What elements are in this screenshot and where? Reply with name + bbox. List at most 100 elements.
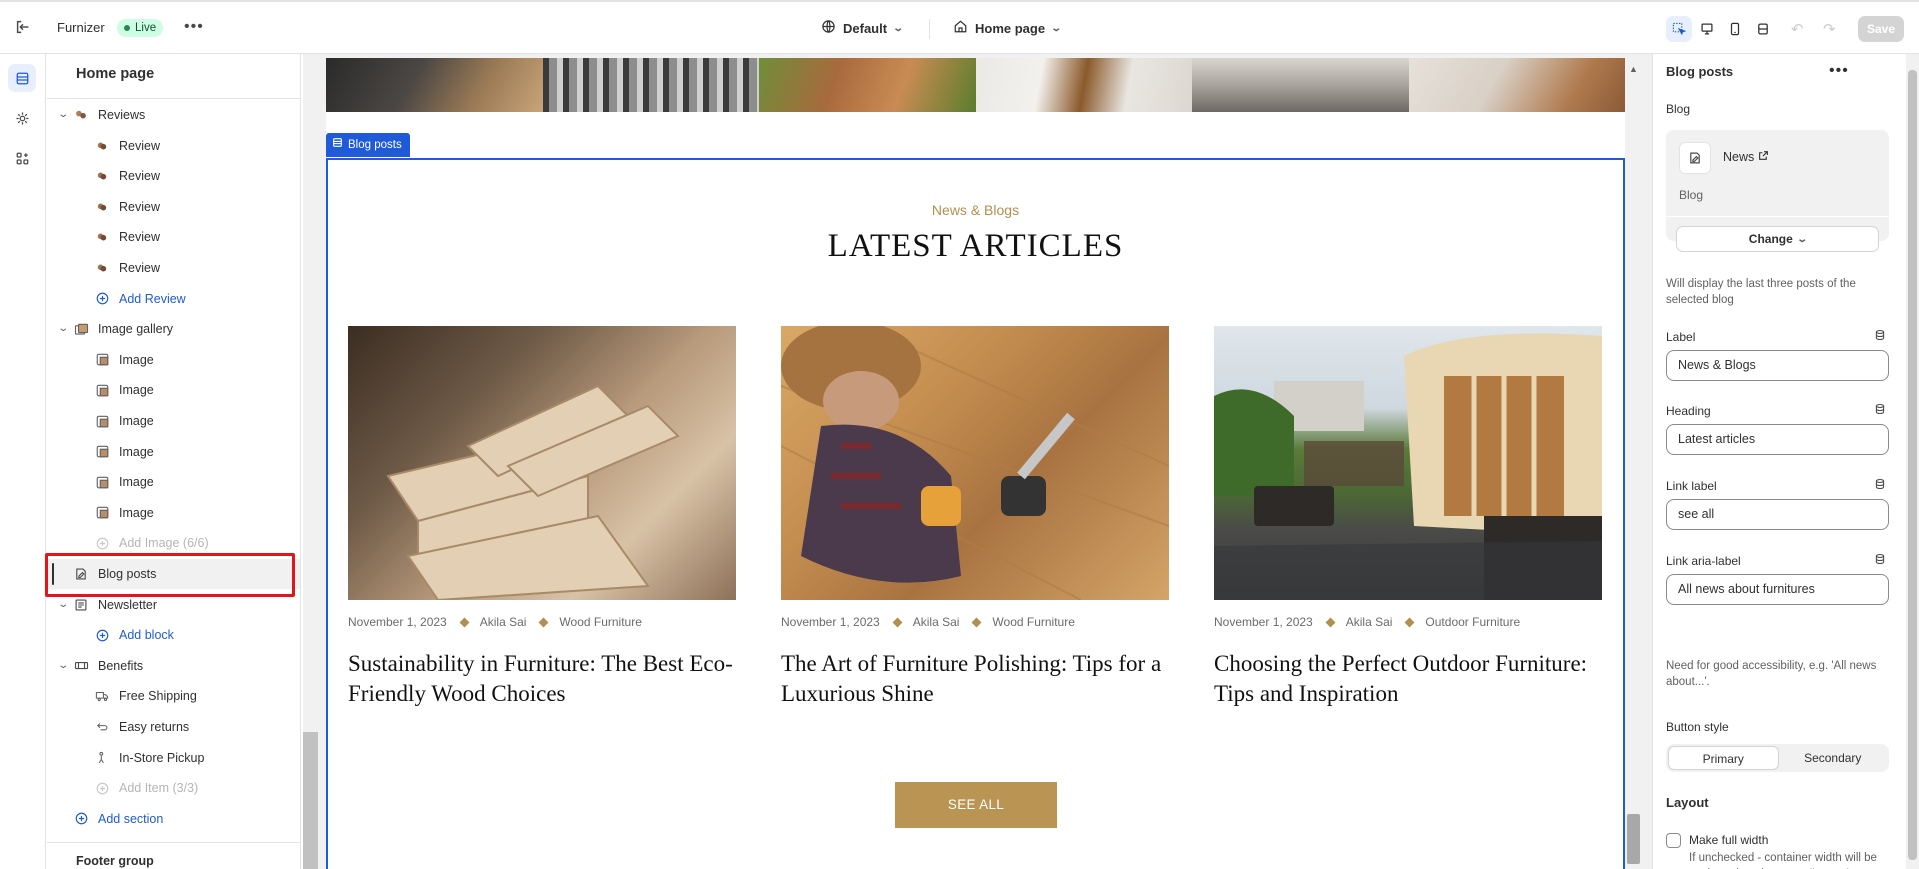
article-title[interactable]: Choosing the Perfect Outdoor Furniture: … xyxy=(1214,649,1602,709)
tree-block-item[interactable]: Free Shipping xyxy=(47,681,300,711)
article-author: Akila Sai xyxy=(912,615,960,629)
apps-icon[interactable] xyxy=(8,144,36,172)
tree-item-label: Add section xyxy=(98,811,164,826)
field-label: Link aria-label xyxy=(1666,554,1741,568)
diamond-icon xyxy=(1404,617,1415,627)
tree-block-item[interactable]: Easy returns xyxy=(47,712,300,742)
article-image-outdoor[interactable] xyxy=(1214,326,1602,600)
tree-block-item[interactable]: Review xyxy=(47,192,300,222)
button-style-primary[interactable]: Primary xyxy=(1668,746,1779,770)
theme-selector[interactable]: Default ⌄ xyxy=(821,19,905,37)
article-date: November 1, 2023 xyxy=(781,615,880,629)
article-image-polishing[interactable] xyxy=(781,326,1169,600)
blog-name-link[interactable]: News xyxy=(1723,150,1769,164)
tree-section-item[interactable]: ⌄ Benefits xyxy=(47,651,300,681)
settings-icon[interactable] xyxy=(8,104,36,132)
section-tag[interactable]: Blog posts xyxy=(326,133,410,157)
database-icon[interactable] xyxy=(1874,403,1886,418)
scroll-up-icon[interactable]: ▲ xyxy=(1629,64,1638,74)
article-category[interactable]: Outdoor Furniture xyxy=(1425,615,1520,629)
desktop-view-icon[interactable] xyxy=(1694,16,1720,42)
image-icon xyxy=(94,444,110,460)
chevron-down-icon[interactable]: ⌄ xyxy=(57,323,69,334)
tree-block-item[interactable]: Image xyxy=(47,345,300,375)
article-card[interactable]: November 1, 2023 Akila Sai Wood Furnitur… xyxy=(348,326,736,709)
article-category[interactable]: Wood Furniture xyxy=(992,615,1074,629)
newsletter-icon xyxy=(73,597,89,613)
article-author: Akila Sai xyxy=(1345,615,1393,629)
tree-block-item[interactable]: Image xyxy=(47,467,300,497)
full-width-checkbox[interactable] xyxy=(1666,833,1681,848)
review-icon xyxy=(94,138,110,154)
field-label: Heading xyxy=(1666,404,1711,418)
layout-heading: Layout xyxy=(1666,795,1709,810)
footer-group-heading[interactable]: Footer group xyxy=(76,854,154,868)
tree-block-item[interactable]: Review xyxy=(47,131,300,161)
page-selector[interactable]: Home page ⌄ xyxy=(953,19,1062,37)
section-heading: LATEST ARTICLES xyxy=(827,228,1124,264)
exit-icon[interactable] xyxy=(14,18,34,38)
mobile-view-icon[interactable] xyxy=(1722,16,1748,42)
tree-section-item[interactable]: ⌄ Image gallery xyxy=(47,314,300,344)
chevron-down-icon[interactable]: ⌄ xyxy=(57,109,69,120)
database-icon[interactable] xyxy=(1874,329,1886,344)
tree-section-item[interactable]: ⌄ Reviews xyxy=(47,100,300,130)
tree-item-label: In-Store Pickup xyxy=(119,750,205,765)
gallery-image xyxy=(326,58,543,112)
database-icon[interactable] xyxy=(1874,553,1886,568)
full-width-label[interactable]: Make full width xyxy=(1689,833,1768,847)
text-input[interactable]: see all xyxy=(1666,499,1889,530)
article-category[interactable]: Wood Furniture xyxy=(559,615,641,629)
article-date: November 1, 2023 xyxy=(348,615,447,629)
save-button[interactable]: Save xyxy=(1858,16,1904,42)
more-options-icon[interactable]: ••• xyxy=(184,18,204,36)
article-card[interactable]: November 1, 2023 Akila Sai Wood Furnitur… xyxy=(781,326,1169,709)
tree-block-item[interactable]: Review xyxy=(47,222,300,252)
fullscreen-icon[interactable] xyxy=(1750,16,1776,42)
settings-title: Blog posts xyxy=(1666,64,1734,79)
article-title[interactable]: The Art of Furniture Polishing: Tips for… xyxy=(781,649,1169,709)
chevron-down-icon[interactable]: ⌄ xyxy=(57,599,69,610)
add-link[interactable]: Add section xyxy=(47,804,300,834)
article-title[interactable]: Sustainability in Furniture: The Best Ec… xyxy=(348,649,736,709)
sections-icon[interactable] xyxy=(8,64,36,92)
article-card[interactable]: November 1, 2023 Akila Sai Outdoor Furni… xyxy=(1214,326,1602,709)
tree-block-item[interactable]: Image xyxy=(47,437,300,467)
tree-block-item[interactable]: In-Store Pickup xyxy=(47,743,300,773)
tree-block-item[interactable]: Review xyxy=(47,161,300,191)
article-image-wood[interactable] xyxy=(348,326,736,600)
button-style-secondary[interactable]: Secondary xyxy=(1779,746,1888,770)
database-icon[interactable] xyxy=(1874,478,1886,493)
theme-label: Default xyxy=(843,20,888,36)
image-gallery-strip[interactable] xyxy=(326,58,1625,112)
inspector-icon[interactable] xyxy=(1666,16,1692,42)
see-all-button[interactable]: SEE ALL xyxy=(895,782,1057,828)
change-button[interactable]: Change ⌄ xyxy=(1676,226,1879,252)
tree-block-item[interactable]: Image xyxy=(47,498,300,528)
more-options-icon[interactable]: ••• xyxy=(1829,62,1849,80)
add-link[interactable]: Add block xyxy=(47,620,300,650)
tree-item-label: Image xyxy=(119,383,154,398)
text-input[interactable]: All news about furnitures xyxy=(1666,574,1889,605)
settings-scrollbar-thumb[interactable] xyxy=(1908,70,1917,860)
add-link[interactable]: Add Review xyxy=(47,284,300,314)
tree-item-label: Review xyxy=(119,138,160,153)
tree-block-item[interactable]: Add Item (3/3) xyxy=(47,773,300,803)
tree-item-label: Reviews xyxy=(98,108,146,122)
plus-circle-icon xyxy=(73,811,89,827)
blog-name: News xyxy=(1723,150,1755,164)
tree-block-item[interactable]: Review xyxy=(47,253,300,283)
tree-block-item[interactable]: Image xyxy=(47,406,300,436)
blog-help-text: Will display the last three posts of the… xyxy=(1666,278,1856,306)
text-input[interactable]: Latest articles xyxy=(1666,424,1889,455)
preview-scrollbar[interactable] xyxy=(1625,58,1642,869)
tree-block-item[interactable]: Image xyxy=(47,375,300,405)
redo-icon[interactable]: ↷ xyxy=(1823,20,1836,38)
undo-icon[interactable]: ↶ xyxy=(1791,20,1804,38)
text-input[interactable]: News & Blogs xyxy=(1666,350,1889,381)
returns-icon xyxy=(94,719,110,735)
chevron-down-icon: ⌄ xyxy=(892,22,905,34)
chevron-down-icon[interactable]: ⌄ xyxy=(57,660,69,671)
tree-scrollbar-thumb[interactable] xyxy=(303,732,318,869)
preview-scrollbar-thumb[interactable] xyxy=(1627,814,1640,864)
